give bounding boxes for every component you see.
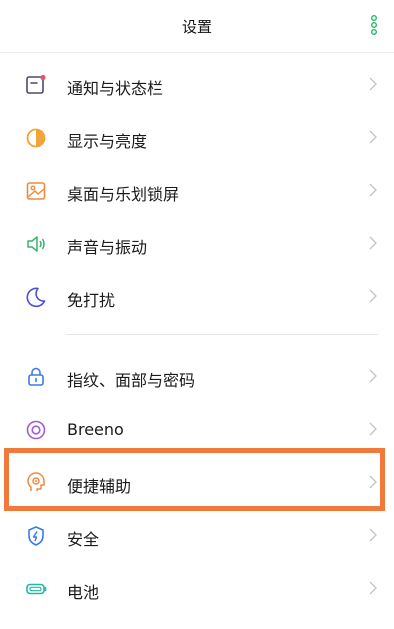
settings-item-label: 显示与亮度 [67,132,148,151]
settings-item-security-password[interactable]: 指纹、面部与密码 [0,350,394,403]
settings-item-label: 电池 [67,583,100,602]
sound-icon [27,236,45,252]
page-title: 设置 [181,18,212,36]
battery-icon [26,583,47,595]
settings-item-label: 桌面与乐划锁屏 [67,185,180,204]
settings-item-safety[interactable]: 安全 [0,509,394,562]
moon-icon [26,287,46,308]
settings-item-display[interactable]: 显示与亮度 [0,111,394,164]
settings-item-notifications[interactable]: 通知与状态栏 [0,58,394,111]
notification-icon [26,74,46,94]
settings-item-sound[interactable]: 声音与振动 [0,217,394,270]
settings-item-dnd[interactable]: 免打扰 [0,270,394,323]
settings-item-battery[interactable]: 电池 [0,562,394,615]
chevron-right-icon [369,77,377,91]
settings-item-label: 安全 [67,530,100,549]
chevron-right-icon [369,130,377,144]
brightness-icon [26,128,46,148]
settings-item-wallpaper[interactable]: 桌面与乐划锁屏 [0,164,394,217]
highlight-box [4,448,385,511]
app-header: 设置 [0,0,394,53]
chevron-right-icon [369,289,377,303]
lock-icon [28,367,44,386]
settings-item-label: 通知与状态栏 [67,79,164,98]
section-divider [66,334,378,335]
shield-icon [28,526,44,546]
chevron-right-icon [369,581,377,595]
chevron-right-icon [369,236,377,250]
chevron-right-icon [369,183,377,197]
breeno-icon [26,420,46,440]
settings-item-label: 声音与振动 [67,238,148,257]
settings-item-label: 免打扰 [67,291,116,310]
chevron-right-icon [369,528,377,542]
settings-item-label: Breeno [67,420,124,439]
settings-item-label: 指纹、面部与密码 [67,371,196,390]
wallpaper-icon [26,182,46,200]
chevron-right-icon [369,369,377,383]
chevron-right-icon [369,422,377,436]
more-vertical-icon[interactable] [368,14,380,36]
